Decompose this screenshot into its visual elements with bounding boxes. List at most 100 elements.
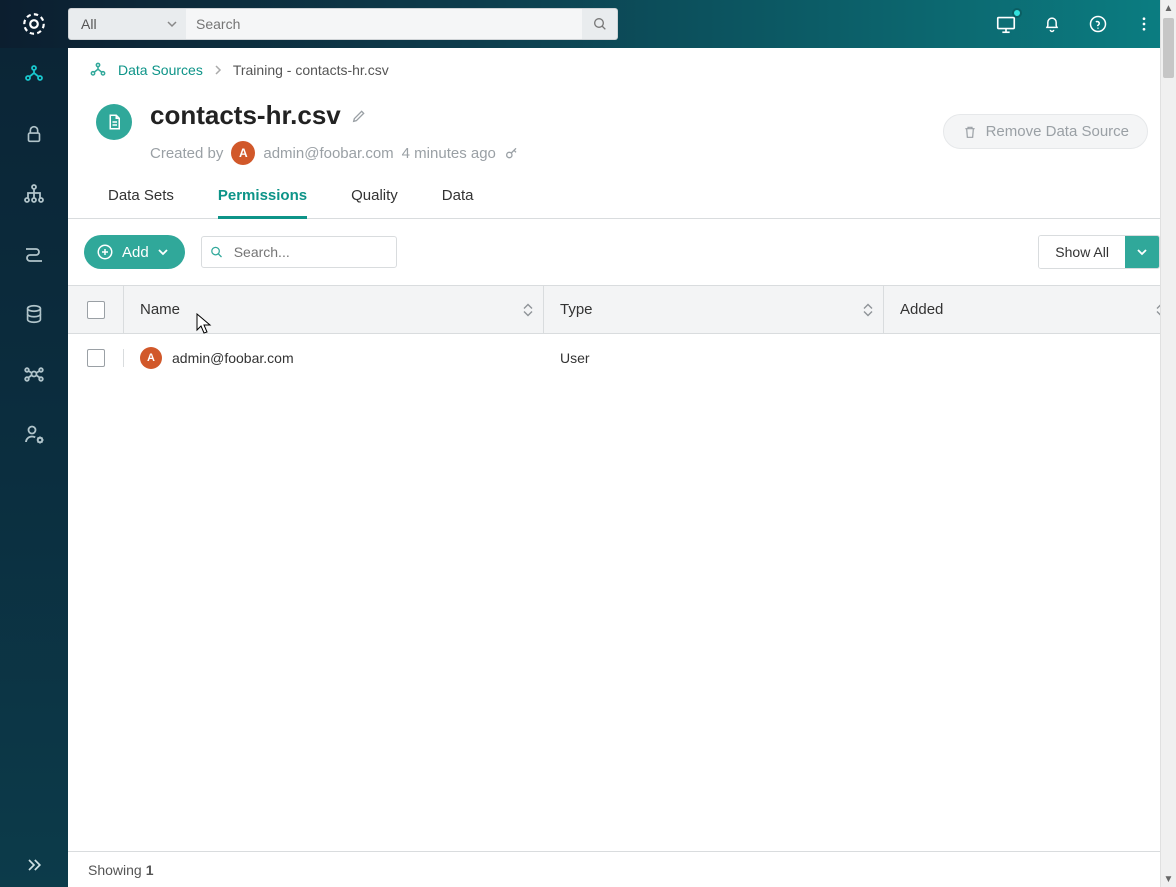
- sources-icon: [22, 62, 46, 86]
- show-filter-dropdown[interactable]: [1125, 236, 1159, 268]
- column-added[interactable]: Added: [884, 286, 1176, 333]
- page-title: contacts-hr.csv: [150, 100, 341, 131]
- header-actions: [994, 12, 1164, 36]
- tab-data[interactable]: Data: [442, 187, 474, 218]
- question-circle-icon: [1088, 14, 1108, 34]
- main-content: Data Sources Training - contacts-hr.csv …: [68, 48, 1176, 887]
- global-search-input[interactable]: [186, 8, 582, 40]
- breadcrumb-root[interactable]: Data Sources: [118, 62, 203, 78]
- page-type-badge: [96, 104, 132, 140]
- column-type[interactable]: Type: [544, 286, 884, 333]
- show-filter-label[interactable]: Show All: [1039, 236, 1125, 268]
- creator-avatar: A: [231, 141, 255, 165]
- permissions-toolbar: Add Show All: [68, 219, 1176, 285]
- file-icon: [105, 113, 123, 131]
- app-sidebar: [0, 48, 68, 887]
- sort-down-icon: [863, 310, 873, 317]
- page-scrollbar[interactable]: ▲ ▼: [1160, 0, 1176, 887]
- tab-permissions[interactable]: Permissions: [218, 187, 307, 219]
- sort-up-icon: [863, 302, 873, 309]
- chevron-right-icon: [213, 65, 223, 75]
- database-icon: [23, 303, 45, 325]
- user-gear-icon: [22, 422, 46, 446]
- help-icon[interactable]: [1086, 12, 1110, 36]
- cluster-icon: [22, 362, 46, 386]
- chevron-down-icon: [166, 18, 178, 30]
- add-permission-label: Add: [122, 244, 149, 261]
- nav-flows[interactable]: [18, 238, 50, 270]
- edit-title-button[interactable]: [351, 108, 367, 124]
- tab-quality[interactable]: Quality: [351, 187, 398, 218]
- jobs-icon[interactable]: [994, 12, 1018, 36]
- sources-icon: [88, 60, 108, 80]
- sort-name[interactable]: [523, 302, 533, 317]
- nav-user-settings[interactable]: [18, 418, 50, 450]
- tabs: Data Sets Permissions Quality Data: [68, 169, 1176, 219]
- chevron-down-icon: [157, 246, 169, 258]
- chevron-double-right-icon: [24, 855, 44, 875]
- nav-security[interactable]: [18, 118, 50, 150]
- nav-data-sources[interactable]: [18, 58, 50, 90]
- row-avatar: A: [140, 347, 162, 369]
- hierarchy-icon: [22, 182, 46, 206]
- tab-data-sets[interactable]: Data Sets: [108, 187, 174, 218]
- app-header: All: [0, 0, 1176, 48]
- column-added-label: Added: [900, 301, 943, 318]
- created-by-label: Created by: [150, 145, 223, 162]
- filter-search-input[interactable]: [201, 236, 397, 268]
- row-name: admin@foobar.com: [172, 350, 294, 366]
- remove-data-source-button[interactable]: Remove Data Source: [943, 114, 1148, 149]
- scroll-up-icon[interactable]: ▲: [1161, 0, 1176, 16]
- bell-icon: [1042, 14, 1062, 34]
- column-type-label: Type: [560, 301, 593, 318]
- global-search-button[interactable]: [582, 8, 618, 40]
- select-all-header[interactable]: [68, 286, 124, 333]
- search-icon: [592, 16, 608, 32]
- permissions-table: Name Type Added: [68, 285, 1176, 382]
- search-icon: [209, 245, 224, 260]
- sort-up-icon: [523, 302, 533, 309]
- chevron-down-icon: [1136, 246, 1148, 258]
- row-type: User: [560, 350, 590, 366]
- page-meta: Created by A admin@foobar.com 4 minutes …: [150, 141, 520, 165]
- logo-icon: [21, 11, 47, 37]
- row-checkbox[interactable]: [87, 349, 105, 367]
- sort-down-icon: [523, 310, 533, 317]
- search-scope-label: All: [81, 16, 97, 32]
- column-name-label: Name: [140, 301, 180, 318]
- sidebar-expand[interactable]: [0, 855, 68, 875]
- nav-storage[interactable]: [18, 298, 50, 330]
- nav-lineage[interactable]: [18, 178, 50, 210]
- plus-circle-icon: [96, 243, 114, 261]
- column-name[interactable]: Name: [124, 286, 544, 333]
- lock-icon: [23, 123, 45, 145]
- flow-icon: [22, 242, 46, 266]
- sort-type[interactable]: [863, 302, 873, 317]
- key-icon: [504, 145, 520, 161]
- add-permission-button[interactable]: Add: [84, 235, 185, 269]
- row-select[interactable]: [68, 349, 124, 367]
- table-footer: Showing 1: [68, 851, 1176, 887]
- scroll-thumb[interactable]: [1163, 18, 1174, 78]
- table-row[interactable]: A admin@foobar.com User: [68, 334, 1176, 382]
- trash-icon: [962, 124, 978, 140]
- showing-count: 1: [146, 862, 154, 878]
- created-time: 4 minutes ago: [402, 145, 496, 162]
- remove-data-source-label: Remove Data Source: [986, 123, 1129, 140]
- breadcrumb-separator: [213, 65, 223, 75]
- showing-label: Showing: [88, 862, 142, 878]
- scroll-down-icon[interactable]: ▼: [1161, 871, 1176, 887]
- more-menu-icon[interactable]: [1132, 12, 1156, 36]
- notifications-icon[interactable]: [1040, 12, 1064, 36]
- app-logo[interactable]: [0, 11, 68, 37]
- kebab-icon: [1135, 15, 1153, 33]
- breadcrumb-current: Training - contacts-hr.csv: [233, 62, 389, 78]
- nav-cluster[interactable]: [18, 358, 50, 390]
- pencil-icon: [351, 108, 367, 124]
- breadcrumb: Data Sources Training - contacts-hr.csv: [68, 48, 1176, 92]
- notification-dot: [1012, 8, 1022, 18]
- select-all-checkbox[interactable]: [87, 301, 105, 319]
- global-search: All: [68, 8, 618, 40]
- owner-key-icon: [504, 145, 520, 161]
- search-scope-dropdown[interactable]: All: [68, 8, 186, 40]
